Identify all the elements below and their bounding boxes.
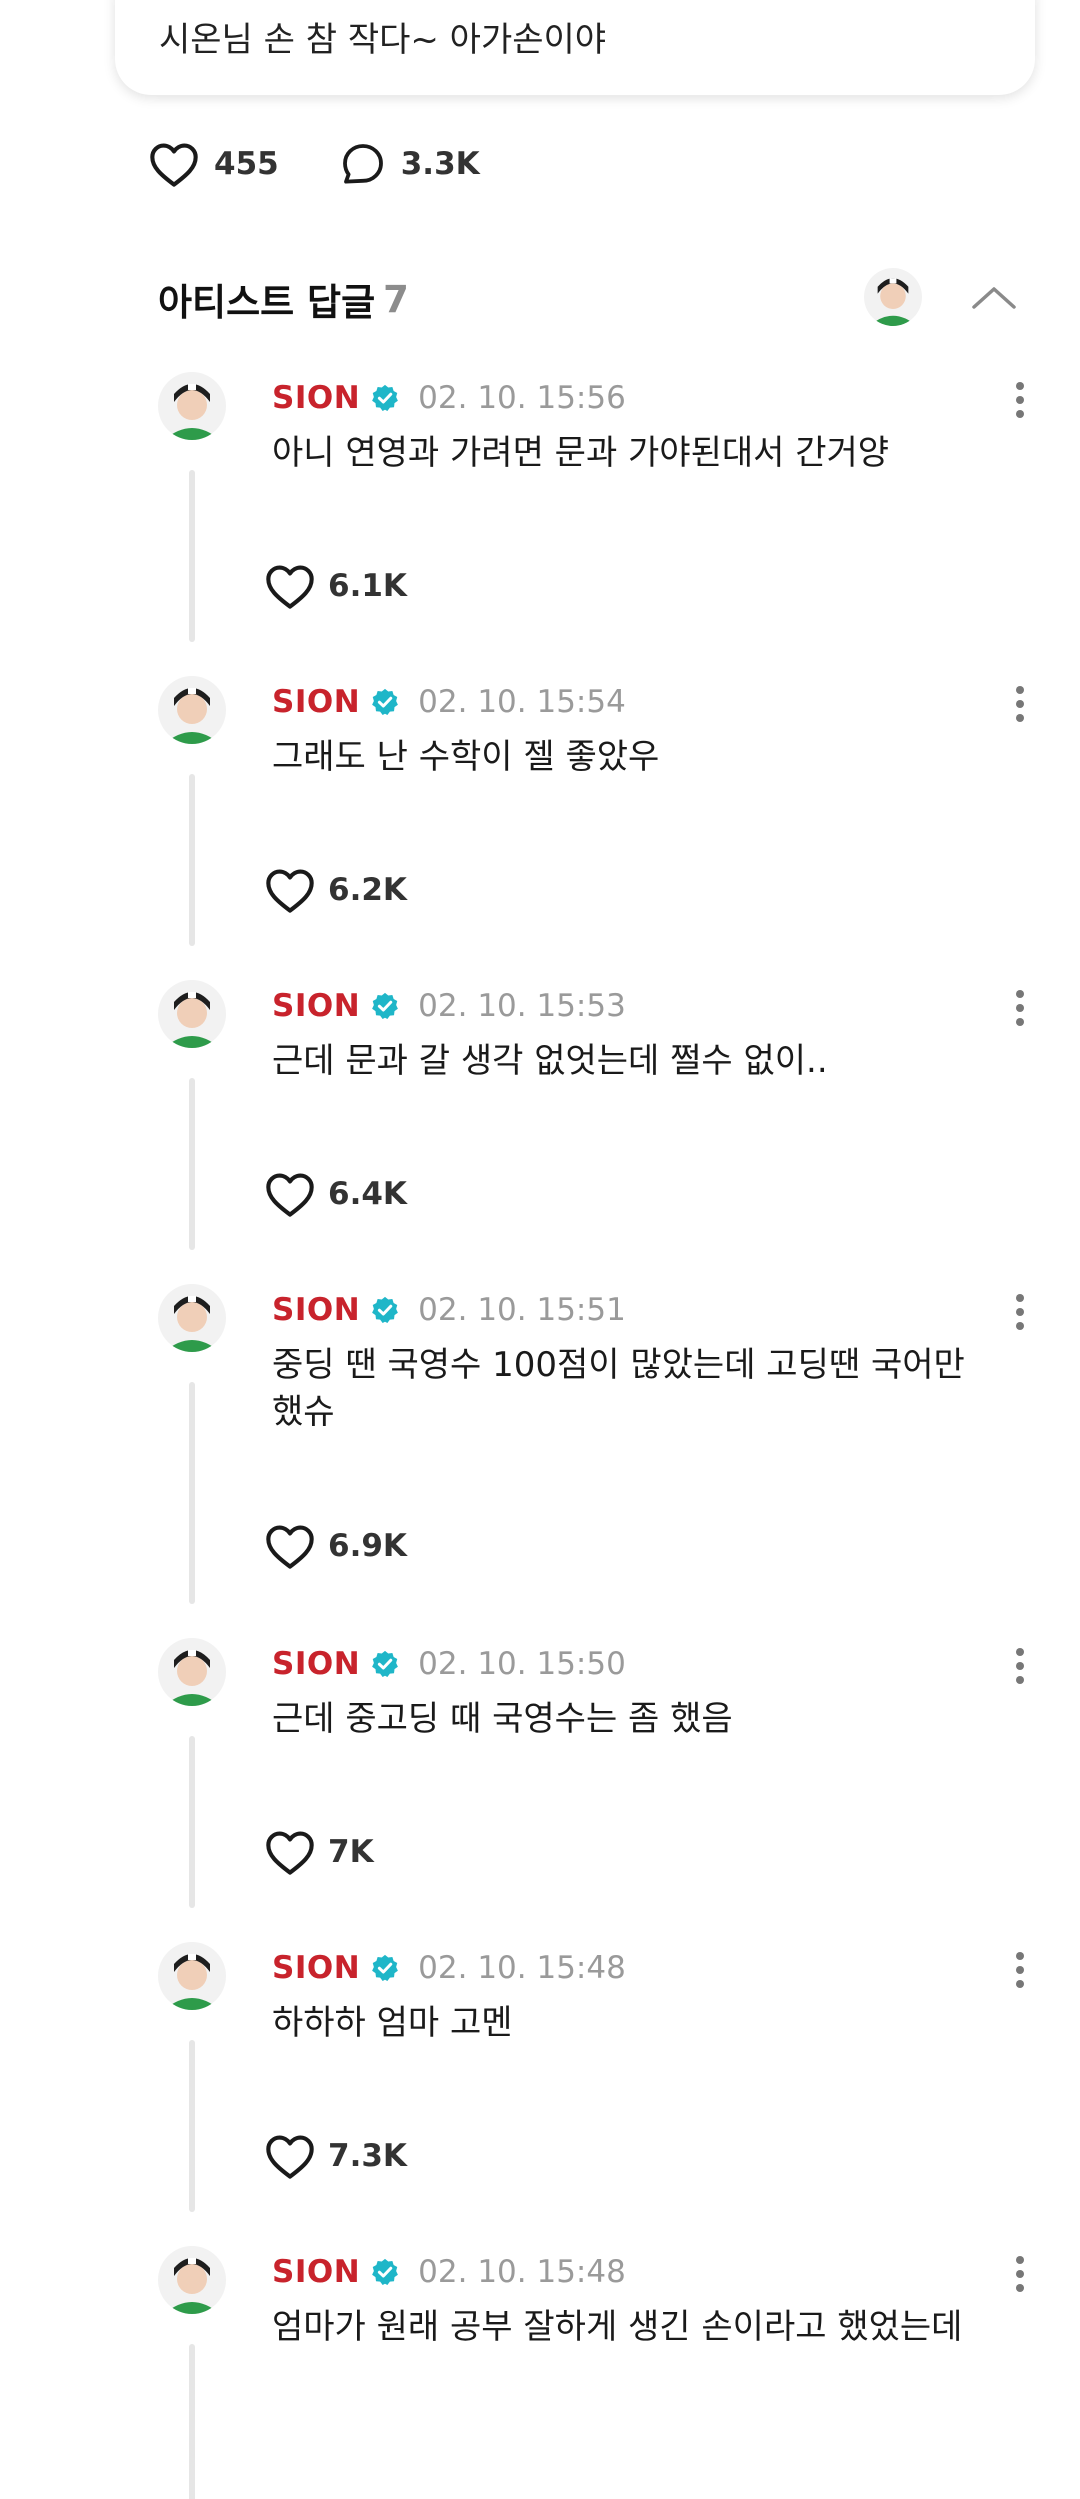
reply-author[interactable]: SION (272, 2254, 360, 2290)
more-options-button[interactable] (1000, 1284, 1040, 1340)
reply-text: 아니 연영과 가려면 문과 가야된대서 간거양 (272, 433, 890, 473)
reply-author[interactable]: SION (272, 988, 360, 1024)
reply-author[interactable]: SION (272, 684, 360, 720)
thread-line (189, 1736, 195, 1908)
thread-line (189, 1382, 195, 1604)
more-vertical-icon (1016, 1952, 1024, 1988)
heart-icon (266, 565, 314, 609)
reply-avatar[interactable] (158, 980, 226, 1048)
reply-like-button[interactable]: 6.2K (264, 866, 407, 914)
reply-timestamp: 02. 10. 15:51 (418, 1292, 626, 1328)
reply-like-button[interactable]: 6.1K (264, 562, 407, 610)
thread-line (189, 2344, 195, 2499)
reply-text: 근데 문과 갈 생각 없엇는데 쩔수 없이.. (272, 1041, 828, 1081)
more-options-button[interactable] (1000, 980, 1040, 1036)
reply-meta: SION 02. 10. 15:48 (272, 2252, 626, 2292)
reply-author[interactable]: SION (272, 1292, 360, 1328)
fan-comment-text: 시온님 손 참 작다~ 아가손이야 (159, 20, 607, 60)
artist-replies-title: 아티스트 답글 (158, 281, 376, 324)
reply-meta: SION 02. 10. 15:53 (272, 986, 626, 1026)
heart-icon (266, 2135, 314, 2179)
verified-badge-icon (370, 1295, 400, 1325)
reply-avatar[interactable] (158, 676, 226, 744)
reply-avatar[interactable] (158, 1638, 226, 1706)
reply-timestamp: 02. 10. 15:48 (418, 1950, 626, 1986)
reply-like-count: 6.1K (328, 568, 407, 604)
verified-badge-icon (370, 383, 400, 413)
comment-count: 3.3K (400, 146, 480, 182)
reply-text: 중딩 땐 국영수 100점이 많았는데 고딩땐 국어만 했슈 (272, 1345, 965, 1432)
reply-like-button[interactable]: 7.3K (264, 2132, 407, 2180)
reply-text: 근데 중고딩 때 국영수는 좀 했음 (272, 1699, 733, 1739)
reply-like-button[interactable]: 6.4K (264, 1170, 407, 1218)
thread-line (189, 470, 195, 642)
chevron-up-icon (972, 287, 1016, 309)
reply-like-count: 6.4K (328, 1176, 407, 1212)
more-options-button[interactable] (1000, 1638, 1040, 1694)
verified-badge-icon (370, 1953, 400, 1983)
more-vertical-icon (1016, 1648, 1024, 1684)
reply-timestamp: 02. 10. 15:56 (418, 380, 626, 416)
more-vertical-icon (1016, 2256, 1024, 2292)
reply-avatar[interactable] (158, 2246, 226, 2314)
comment-icon (342, 144, 383, 184)
heart-icon (266, 869, 314, 913)
thread-line (189, 774, 195, 946)
reply-like-count: 7.3K (328, 2138, 407, 2174)
verified-badge-icon (370, 687, 400, 717)
more-options-button[interactable] (1000, 676, 1040, 732)
more-vertical-icon (1016, 1294, 1024, 1330)
reply-like-count: 6.2K (328, 872, 407, 908)
like-count: 455 (214, 146, 279, 182)
artist-replies-header: 아티스트 답글 7 (158, 268, 409, 330)
verified-badge-icon (370, 1649, 400, 1679)
reply-like-button[interactable]: 7K (264, 1828, 374, 1876)
heart-icon (266, 1525, 314, 1569)
more-options-button[interactable] (1000, 372, 1040, 428)
fan-comment-card[interactable]: 시온님 손 참 작다~ 아가손이야 (115, 0, 1035, 95)
heart-icon (266, 1831, 314, 1875)
collapse-replies-button[interactable] (966, 272, 1022, 322)
artist-avatar[interactable] (864, 268, 922, 326)
more-options-button[interactable] (1000, 1942, 1040, 1998)
thread-line (189, 1078, 195, 1250)
more-vertical-icon (1016, 686, 1024, 722)
reply-meta: SION 02. 10. 15:51 (272, 1290, 626, 1330)
reply-like-count: 7K (328, 1834, 374, 1870)
reply-avatar[interactable] (158, 1284, 226, 1352)
more-vertical-icon (1016, 382, 1024, 418)
comment-thread-page: 시온님 손 참 작다~ 아가손이야 455 3.3K 아티스트 답글 7 SIO… (0, 0, 1080, 2499)
heart-icon (150, 143, 198, 187)
like-button[interactable]: 455 (148, 140, 279, 188)
reply-meta: SION 02. 10. 15:50 (272, 1644, 626, 1684)
reply-like-button[interactable]: 6.9K (264, 1522, 407, 1570)
comment-button[interactable]: 3.3K (339, 140, 480, 188)
reply-timestamp: 02. 10. 15:48 (418, 2254, 626, 2290)
reply-text: 엄마가 원래 공부 잘하게 생긴 손이라고 했었는데 (272, 2307, 963, 2347)
verified-badge-icon (370, 991, 400, 1021)
artist-replies-count: 7 (383, 277, 409, 321)
verified-badge-icon (370, 2257, 400, 2287)
reply-avatar[interactable] (158, 372, 226, 440)
thread-line (189, 2040, 195, 2212)
reply-timestamp: 02. 10. 15:50 (418, 1646, 626, 1682)
comment-stats: 455 3.3K (148, 136, 540, 192)
reply-timestamp: 02. 10. 15:54 (418, 684, 626, 720)
reply-meta: SION 02. 10. 15:56 (272, 378, 626, 418)
reply-like-count: 6.9K (328, 1528, 407, 1564)
more-options-button[interactable] (1000, 2246, 1040, 2302)
reply-text: 그래도 난 수학이 젤 좋았우 (272, 737, 660, 777)
reply-meta: SION 02. 10. 15:54 (272, 682, 626, 722)
reply-author[interactable]: SION (272, 380, 360, 416)
reply-text: 하하하 엄마 고멘 (272, 2003, 513, 2043)
more-vertical-icon (1016, 990, 1024, 1026)
reply-meta: SION 02. 10. 15:48 (272, 1948, 626, 1988)
heart-icon (266, 1173, 314, 1217)
reply-author[interactable]: SION (272, 1646, 360, 1682)
reply-timestamp: 02. 10. 15:53 (418, 988, 626, 1024)
reply-author[interactable]: SION (272, 1950, 360, 1986)
reply-avatar[interactable] (158, 1942, 226, 2010)
